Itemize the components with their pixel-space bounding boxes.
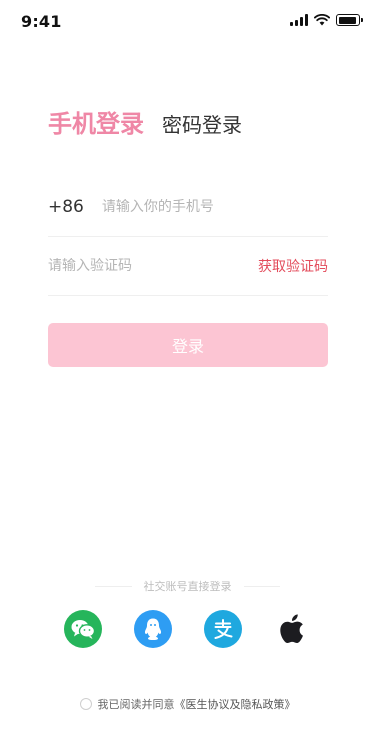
country-code[interactable]: +86 (48, 197, 84, 217)
tab-password-login[interactable]: 密码登录 (162, 109, 242, 138)
login-button[interactable]: 登录 (48, 323, 328, 367)
apple-icon[interactable] (274, 610, 312, 648)
battery-level (338, 16, 356, 24)
wifi-icon (314, 14, 330, 26)
tab-phone-login[interactable]: 手机登录 (48, 104, 144, 139)
signal-icon (290, 14, 308, 26)
social-login-title: 社交账号直接登录 (95, 578, 280, 594)
agreement-prefix: 我已阅读并同意 (97, 698, 175, 711)
qq-icon[interactable] (134, 610, 172, 648)
wechat-icon[interactable] (64, 610, 102, 648)
get-code-button[interactable]: 获取验证码 (258, 256, 328, 276)
agree-checkbox[interactable] (79, 698, 92, 710)
social-title-text: 社交账号直接登录 (143, 580, 232, 593)
status-time: 9:41 (21, 12, 62, 31)
divider-left (95, 585, 132, 587)
login-tabs: 手机登录 密码登录 (48, 104, 242, 139)
code-input[interactable] (48, 258, 258, 274)
agreement: 我已阅读并同意 《医生协议及隐私政策》 (0, 696, 375, 712)
status-icons (290, 14, 363, 26)
code-row: 获取验证码 (48, 237, 328, 296)
divider-right (243, 585, 280, 587)
battery-icon (336, 14, 363, 26)
agreement-link[interactable]: 《医生协议及隐私政策》 (175, 696, 296, 712)
alipay-icon[interactable] (204, 610, 242, 648)
social-icons (0, 610, 375, 650)
status-bar: 9:41 (0, 0, 375, 44)
phone-row: +86 (48, 178, 328, 237)
phone-input[interactable] (101, 199, 328, 215)
